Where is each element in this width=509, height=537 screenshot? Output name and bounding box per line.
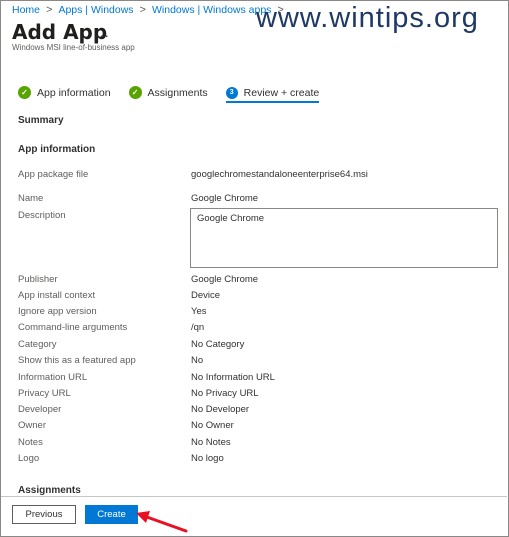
field-value-app-install-context: Device [191,290,221,301]
breadcrumb: Home > Apps | Windows > Windows | Window… [12,4,290,16]
breadcrumb-separator: > [139,4,146,16]
create-button[interactable]: Create [85,505,138,524]
field-value-featured-app: No [191,355,204,366]
breadcrumb-home[interactable]: Home [12,4,40,16]
step-label: Review + create [243,86,320,99]
app-information-heading: App information [18,144,96,155]
step-assignments[interactable]: ✓ Assignments [128,86,208,99]
check-icon: ✓ [18,86,31,99]
field-label-privacy-url: Privacy URL [18,388,71,399]
description-box: Google Chrome [190,208,498,268]
field-value-name: Google Chrome [191,193,259,204]
page-subtitle: Windows MSI line-of-business app [12,43,135,52]
field-value-privacy-url: No Privacy URL [191,388,259,399]
field-value-developer: No Developer [191,404,250,415]
assignments-heading: Assignments [18,485,81,496]
wizard-steps: ✓ App information ✓ Assignments 3 Review… [18,86,337,103]
previous-button[interactable]: Previous [12,505,76,524]
field-label-category: Category [18,339,57,350]
step-label: Assignments [147,86,208,99]
field-label-name: Name [18,193,44,204]
field-value-category: No Category [191,339,245,350]
field-value-app-package-file: googlechromestandaloneenterprise64.msi [191,169,368,180]
footer-bar [1,496,507,536]
field-label-ignore-app-version: Ignore app version [18,306,97,317]
arrow-pointer-icon [136,511,188,533]
field-label-information-url: Information URL [18,372,88,383]
field-label-command-line-arguments: Command-line arguments [18,322,128,333]
page-title: Add App [12,20,108,44]
field-label-developer: Developer [18,404,62,415]
field-label-owner: Owner [18,420,46,431]
field-value-logo: No logo [191,453,224,464]
breadcrumb-apps-windows[interactable]: Apps | Windows [58,4,133,16]
step-label: App information [37,86,111,99]
breadcrumb-separator: > [46,4,53,16]
summary-heading: Summary [18,115,64,126]
field-value-owner: No Owner [191,420,234,431]
field-label-notes: Notes [18,437,43,448]
field-value-ignore-app-version: Yes [191,306,207,317]
breadcrumb-windows-apps[interactable]: Windows | Windows apps [152,4,271,16]
field-value-command-line-arguments: /qn [191,322,205,333]
field-label-logo: Logo [18,453,40,464]
watermark: www.wintips.org [256,2,479,34]
step-app-information[interactable]: ✓ App information [18,86,111,99]
field-label-app-package-file: App package file [18,169,89,180]
field-value-notes: No Notes [191,437,231,448]
field-value-description: Google Chrome [197,213,265,224]
field-label-publisher: Publisher [18,274,58,285]
field-value-publisher: Google Chrome [191,274,259,285]
check-icon: ✓ [128,86,142,99]
step-review-create[interactable]: 3 Review + create [225,86,320,103]
field-label-app-install-context: App install context [18,290,96,301]
window-frame [0,0,509,537]
field-label-featured-app: Show this as a featured app [18,355,136,366]
field-value-information-url: No Information URL [191,372,275,383]
step-number-badge: 3 [225,86,238,99]
field-label-description: Description [18,210,66,221]
more-options-button[interactable]: ... [95,24,110,40]
